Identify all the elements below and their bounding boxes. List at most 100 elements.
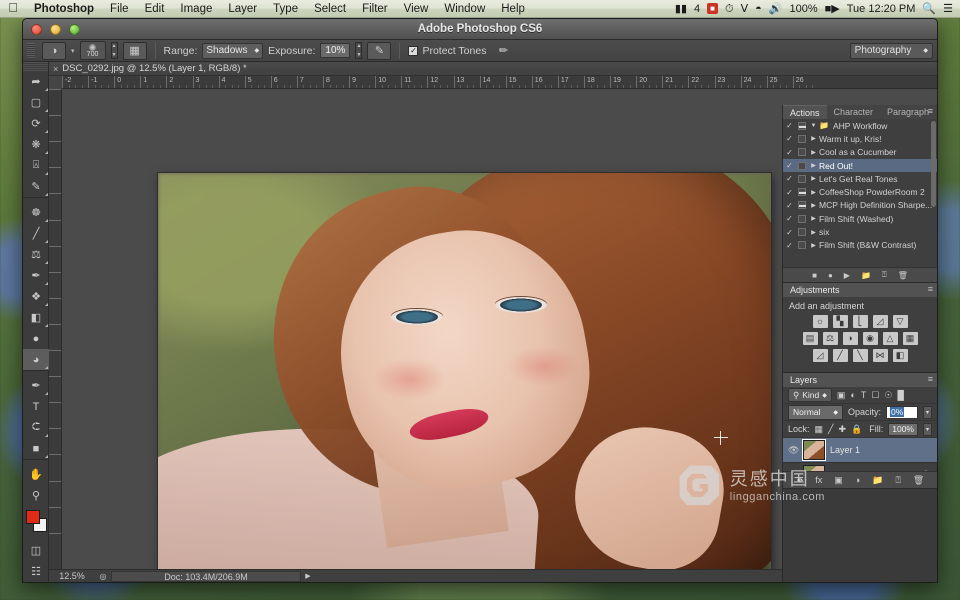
tab-character[interactable]: Character: [827, 105, 881, 119]
new-layer-icon[interactable]: ⍰: [895, 475, 900, 486]
status-menu-arrow-icon[interactable]: ▶: [301, 572, 315, 580]
action-dialog-toggle[interactable]: [796, 214, 808, 223]
wifi-icon[interactable]: ◓: [755, 0, 762, 18]
action-dialog-toggle[interactable]: ▬: [796, 188, 808, 197]
volume-icon[interactable]: 🔊: [769, 0, 783, 18]
list-item[interactable]: ✓ ▬ ▼ 📁 AHP Workflow: [783, 119, 937, 132]
gradient-map-icon[interactable]: ◧: [892, 349, 908, 362]
screen-mode-icon[interactable]: ☷: [23, 561, 49, 582]
battery-icon[interactable]: ■▶: [825, 0, 840, 18]
chevron-right-icon[interactable]: ▶: [808, 229, 819, 236]
foreground-color-swatch[interactable]: [26, 510, 40, 524]
blur-tool[interactable]: ●: [23, 328, 49, 349]
burn-tool-icon[interactable]: ◑: [42, 41, 66, 60]
action-dialog-toggle[interactable]: [796, 161, 808, 170]
menu-select[interactable]: Select: [306, 0, 354, 18]
status-info-icon[interactable]: ◎: [95, 572, 111, 581]
chevron-right-icon[interactable]: ▶: [808, 135, 819, 142]
window-title-bar[interactable]: Adobe Photoshop CS6: [23, 19, 937, 40]
channel-mixer-icon[interactable]: △: [882, 332, 898, 345]
menu-edit[interactable]: Edit: [137, 0, 173, 18]
tablet-pressure-icon[interactable]: ✏: [491, 42, 515, 60]
lock-transparency-icon[interactable]: ▦: [815, 424, 824, 435]
action-enabled-icon[interactable]: ✓: [783, 214, 796, 223]
document-tab[interactable]: × DSC_0292.jpg @ 12.5% (Layer 1, RGB/8) …: [49, 62, 937, 76]
layer-filter-kind[interactable]: ⚲ Kind ◆: [788, 388, 832, 402]
opacity-input[interactable]: 0%: [886, 405, 918, 419]
record-icon[interactable]: ●: [828, 271, 833, 280]
color-swatches[interactable]: [26, 510, 48, 540]
list-item[interactable]: ✓ ▬ ▶ CoffeeShop PowderRoom 2: [783, 185, 937, 198]
menu-clock[interactable]: Tue 12:20 PM: [847, 0, 916, 18]
tool-preset-chevron-icon[interactable]: ▾: [71, 47, 75, 55]
rectangle-tool[interactable]: ■: [23, 438, 49, 459]
lock-all-icon[interactable]: 🔒: [851, 424, 862, 435]
fill-input[interactable]: 100%: [888, 422, 918, 436]
play-icon[interactable]: ▶: [844, 271, 850, 280]
action-enabled-icon[interactable]: ✓: [783, 201, 796, 210]
panel-menu-icon[interactable]: ≡: [928, 107, 933, 116]
action-enabled-icon[interactable]: ✓: [783, 161, 796, 170]
action-enabled-icon[interactable]: ✓: [783, 241, 796, 250]
vibrance-icon[interactable]: ▽: [892, 315, 908, 328]
photo-filter-icon[interactable]: ◉: [862, 332, 878, 345]
action-dialog-toggle[interactable]: [796, 174, 808, 183]
chevron-right-icon[interactable]: ▶: [808, 149, 819, 156]
chevron-right-icon[interactable]: ▶: [808, 202, 819, 209]
action-enabled-icon[interactable]: ✓: [783, 188, 796, 197]
brush-panel-toggle-icon[interactable]: ▦: [122, 41, 147, 60]
brush-tool[interactable]: ╱: [23, 223, 49, 244]
close-button[interactable]: [31, 23, 42, 35]
tools-panel-grip[interactable]: [23, 62, 48, 71]
shape-layer-icon[interactable]: ☐: [871, 390, 879, 401]
action-dialog-toggle[interactable]: ▬: [796, 201, 808, 210]
new-group-icon[interactable]: 📁: [872, 475, 883, 486]
lock-position-icon[interactable]: ✚: [838, 424, 846, 435]
panel-menu-icon[interactable]: ≡: [928, 285, 933, 294]
chevron-right-icon[interactable]: ▶: [808, 215, 819, 222]
menu-file[interactable]: File: [102, 0, 137, 18]
black-white-icon[interactable]: ◑: [842, 332, 858, 345]
brightness-contrast-icon[interactable]: ☼: [812, 315, 828, 328]
blend-mode-select[interactable]: Normal ◆: [788, 404, 843, 420]
color-balance-icon[interactable]: ⚖: [822, 332, 838, 345]
menu-photoshop[interactable]: Photoshop: [26, 0, 102, 18]
visibility-icon[interactable]: 👁: [788, 445, 799, 456]
menu-window[interactable]: Window: [436, 0, 493, 18]
move-tool[interactable]: ➦: [23, 71, 49, 92]
chevron-right-icon[interactable]: ▶: [808, 189, 819, 196]
menu-view[interactable]: View: [396, 0, 437, 18]
color-lookup-icon[interactable]: ▦: [902, 332, 918, 345]
exposure-stepper[interactable]: ▲ ▼: [355, 42, 363, 59]
action-enabled-icon[interactable]: ✓: [783, 121, 796, 130]
posterize-icon[interactable]: ╱: [832, 349, 848, 362]
eyedropper-tool[interactable]: ✎: [23, 176, 49, 197]
zoom-level[interactable]: 12.5%: [49, 571, 95, 581]
eraser-tool[interactable]: ❖: [23, 286, 49, 307]
brush-preset-picker[interactable]: 700: [79, 41, 106, 60]
crop-tool[interactable]: ⍓: [23, 155, 49, 176]
actions-list[interactable]: ✓ ▬ ▼ 📁 AHP Workflow ✓ ▶ Warm it up, Kri…: [783, 119, 937, 267]
range-select[interactable]: Shadows ◆: [202, 42, 264, 59]
red-app-icon[interactable]: ■: [707, 3, 718, 14]
bluetooth-icon[interactable]: ᐯ: [741, 0, 749, 18]
list-item[interactable]: ✓ ▶ Red Out!: [783, 158, 937, 173]
list-item[interactable]: ✓ ▶ six: [783, 225, 937, 238]
pen-tool[interactable]: ✒: [23, 375, 49, 396]
clone-stamp-tool[interactable]: ⚖: [23, 244, 49, 265]
history-brush-tool[interactable]: ✒: [23, 265, 49, 286]
minimize-button[interactable]: [50, 23, 61, 35]
invert-icon[interactable]: ◿: [812, 349, 828, 362]
exposure-icon[interactable]: ◿: [872, 315, 888, 328]
image-canvas[interactable]: [158, 173, 771, 569]
zoom-tool[interactable]: ⚲: [23, 485, 49, 506]
chevron-right-icon[interactable]: ▶: [808, 162, 819, 169]
zoom-button[interactable]: [69, 23, 80, 35]
filter-toggle-icon[interactable]: █: [897, 390, 903, 400]
brush-size-stepper[interactable]: ▲ ▼: [110, 42, 118, 59]
menu-layer[interactable]: Layer: [220, 0, 265, 18]
exposure-input[interactable]: 10%: [320, 43, 351, 58]
tab-actions[interactable]: Actions: [783, 105, 827, 119]
levels-icon[interactable]: ▚: [832, 315, 848, 328]
curves-icon[interactable]: ⎣: [852, 315, 868, 328]
